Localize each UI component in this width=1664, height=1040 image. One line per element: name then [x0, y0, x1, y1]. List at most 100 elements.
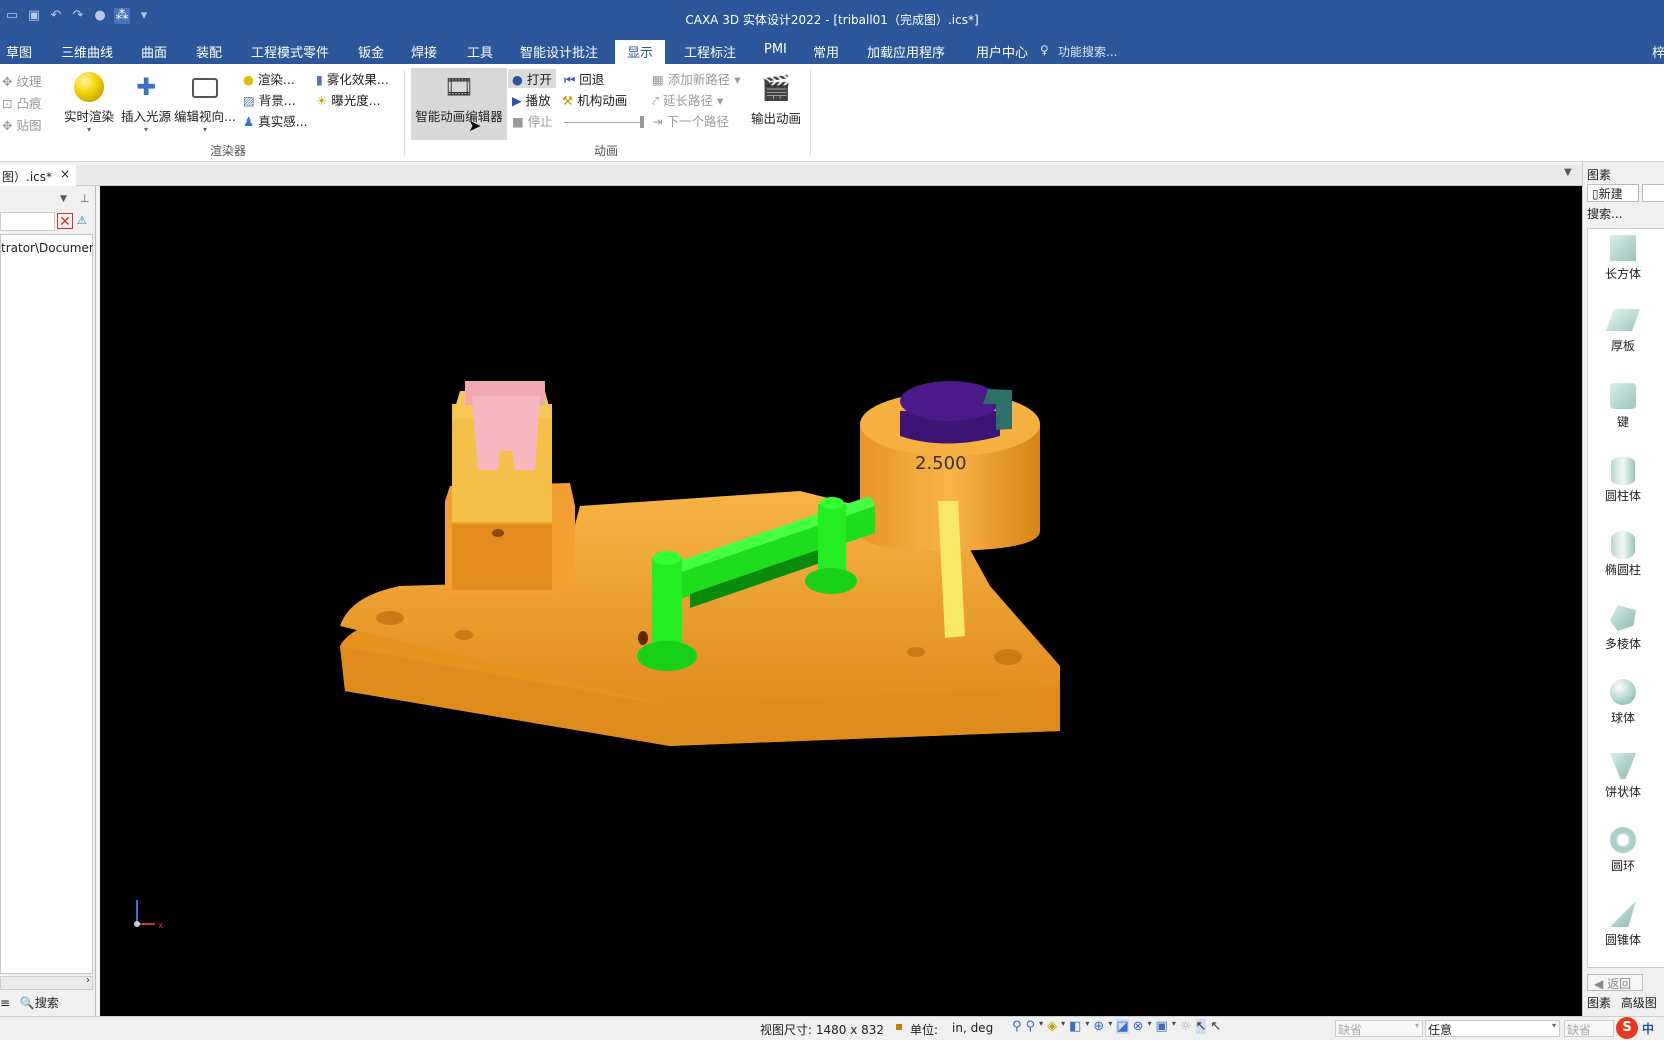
shape-polygon-prism[interactable]: 多棱体 — [1588, 605, 1658, 652]
realtime-render-button[interactable]: 实时渲染 ▾ — [60, 70, 118, 134]
tab-addins[interactable]: 加载应用程序 — [867, 42, 945, 61]
render-button[interactable]: ● 渲染... — [243, 69, 295, 88]
tab-sheet-metal[interactable]: 钣金 — [358, 42, 384, 61]
exposure-button[interactable]: ☀ 曝光度... — [316, 90, 381, 109]
unit-value[interactable]: in, deg — [952, 1021, 993, 1035]
tab-user-center[interactable]: 用户中心 — [976, 42, 1028, 61]
next-path-button[interactable]: ⇥ 下一个路径 — [652, 111, 729, 130]
shape-elliptic-cylinder[interactable]: 椭圆柱 — [1588, 531, 1658, 578]
extend-path-button[interactable]: ⤤ 延长路径 ▾ — [652, 90, 723, 109]
background-button[interactable]: ▨ 背景... — [243, 90, 296, 109]
animation-slider[interactable] — [564, 122, 644, 123]
dropdown-arrow-icon[interactable]: ▾ — [1061, 1019, 1065, 1034]
shape-cone[interactable]: 圆锥体 — [1588, 901, 1658, 948]
shape-pie[interactable]: 饼状体 — [1588, 753, 1658, 800]
shape-box[interactable]: 长方体 — [1588, 235, 1658, 282]
cone-icon — [1610, 901, 1636, 927]
smart-animation-editor-button[interactable]: 🎞 智能动画编辑器 — [411, 68, 507, 140]
tab-pmi[interactable]: PMI — [764, 42, 787, 57]
tab-elements[interactable]: 图素 — [1587, 996, 1611, 1010]
dropdown-arrow-icon[interactable]: ▾ — [1085, 1019, 1089, 1034]
back-button[interactable]: ◀ 返回 — [1587, 974, 1643, 991]
left-support-block[interactable] — [445, 381, 575, 596]
dropdown-arrow-icon[interactable]: ▾ — [1039, 1019, 1043, 1034]
film-export-icon: 🎬 — [761, 74, 791, 102]
mechanism-animation-button[interactable]: ⚒ 机构动画 — [562, 90, 627, 109]
tab-cut-right[interactable]: 梓 — [1652, 42, 1664, 61]
tab-fragment-icon: ≡ — [0, 996, 11, 1010]
dropdown-arrow-icon[interactable]: ▾ — [1108, 1019, 1112, 1034]
ime-logo-icon[interactable]: S — [1616, 1017, 1638, 1039]
panel-dropdown-icon[interactable]: ▼ — [60, 194, 67, 204]
tab-smart-annotation[interactable]: 智能设计批注 — [520, 42, 598, 61]
anim-stop-button[interactable]: ■ 停止 — [512, 111, 553, 130]
3d-viewport[interactable]: 2.500 x — [100, 186, 1582, 1016]
tab-list-dropdown-icon[interactable]: ▼ — [1564, 167, 1572, 178]
anim-open-button[interactable]: ● 打开 — [508, 69, 556, 88]
snap-select[interactable]: 缺省 — [1564, 1020, 1614, 1037]
fog-effect-button[interactable]: ▮ 雾化效果... — [316, 69, 389, 88]
shaded-view-icon[interactable]: ◪ — [1116, 1019, 1129, 1034]
insert-light-button[interactable]: ✚ 插入光源 ▾ — [118, 70, 174, 134]
shape-key[interactable]: 键 — [1588, 383, 1658, 430]
filter-select[interactable]: 缺省 ▾ — [1335, 1020, 1423, 1037]
decal-button[interactable]: ✥ 贴图 — [2, 115, 41, 134]
tree-filter-input[interactable] — [0, 212, 55, 231]
animation-slider-thumb[interactable] — [640, 116, 644, 128]
export-animation-button[interactable]: 🎬 输出动画 — [748, 70, 804, 127]
view-cube-icon[interactable]: ◧ — [1069, 1019, 1081, 1034]
model-scene[interactable]: 2.500 x — [100, 186, 1582, 1016]
tab-common[interactable]: 常用 — [813, 42, 839, 61]
texture-button[interactable]: ✥ 纹理 — [2, 71, 41, 90]
dimension-label[interactable]: 2.500 — [915, 453, 967, 474]
design-tree[interactable]: trator\Documen — [0, 234, 93, 974]
shape-cylinder[interactable]: 圆柱体 — [1588, 457, 1658, 504]
tab-advanced-elements[interactable]: 高级图 — [1621, 996, 1657, 1010]
tree-item-path[interactable]: trator\Documen — [1, 241, 93, 255]
element-search[interactable]: 搜索... — [1587, 205, 1622, 222]
render-mode-icon[interactable]: ⊕ — [1093, 1019, 1104, 1034]
pin-icon[interactable]: ⊥ — [80, 192, 90, 205]
left-panel-search-tab[interactable]: ≡ 🔍搜索 — [0, 994, 59, 1011]
close-tab-icon[interactable]: × — [60, 167, 70, 181]
tab-engineering-dimension[interactable]: 工程标注 — [684, 42, 736, 61]
tab-tools[interactable]: 工具 — [467, 42, 493, 61]
anim-rewind-button[interactable]: ⏮ 回退 — [564, 69, 604, 88]
shape-sphere[interactable]: 球体 — [1588, 679, 1658, 726]
horizontal-scrollbar[interactable]: › — [0, 975, 93, 990]
zoom-window-icon[interactable]: ⚲ — [1026, 1019, 1036, 1034]
tab-engineering-part[interactable]: 工程模式零件 — [251, 42, 329, 61]
realism-button[interactable]: ♟ 真实感... — [243, 111, 308, 130]
dropdown-arrow-icon: ▾ — [143, 125, 148, 134]
emboss-button[interactable]: ⊡ 凸痕 — [2, 93, 41, 112]
anim-play-button[interactable]: ▶ 播放 — [512, 90, 551, 109]
edit-view-button[interactable]: 编辑视向... ▾ — [174, 70, 236, 134]
display-style-icon[interactable]: ▣ — [1156, 1019, 1168, 1034]
new-catalog-button[interactable]: ▯新建 — [1587, 184, 1639, 202]
selection-mode-select[interactable]: 任意 ▾ — [1425, 1020, 1560, 1037]
shape-torus[interactable]: 圆环 — [1588, 827, 1658, 874]
tab-welding[interactable]: 焊接 — [411, 42, 437, 61]
light-icon[interactable]: ☼ — [1180, 1019, 1192, 1034]
open-catalog-button[interactable] — [1642, 184, 1664, 202]
tab-surface[interactable]: 曲面 — [141, 42, 167, 61]
clear-filter-icon[interactable]: ✕ — [57, 213, 73, 230]
dropdown-arrow-icon[interactable]: ▾ — [1172, 1019, 1176, 1034]
shape-slab[interactable]: 厚板 — [1588, 309, 1658, 354]
tab-assembly[interactable]: 装配 — [196, 42, 222, 61]
dropdown-arrow-icon[interactable]: ▾ — [1148, 1019, 1152, 1034]
zoom-icon[interactable]: ⚲ — [1012, 1019, 1022, 1034]
pan-icon[interactable]: ◈ — [1047, 1019, 1057, 1034]
function-search[interactable]: 功能搜索... — [1058, 43, 1117, 60]
document-tab[interactable]: 图）.ics* × — [0, 165, 76, 186]
wireframe-icon[interactable]: ⊗ — [1133, 1019, 1144, 1034]
add-new-path-button[interactable]: ▦ 添加新路径 ▾ — [652, 69, 741, 88]
scroll-right-icon[interactable]: › — [86, 975, 90, 986]
tab-display[interactable]: 显示 — [615, 40, 666, 64]
select-filter-icon[interactable]: ↖ — [1210, 1019, 1221, 1034]
ime-mode[interactable]: 中 — [1642, 1020, 1654, 1037]
select-icon[interactable]: ↖ — [1195, 1019, 1207, 1034]
tab-3d-curve[interactable]: 三维曲线 — [61, 42, 113, 61]
tab-sketch[interactable]: 草图 — [6, 42, 32, 61]
filter-options-icon[interactable]: ⚠ — [77, 214, 87, 227]
